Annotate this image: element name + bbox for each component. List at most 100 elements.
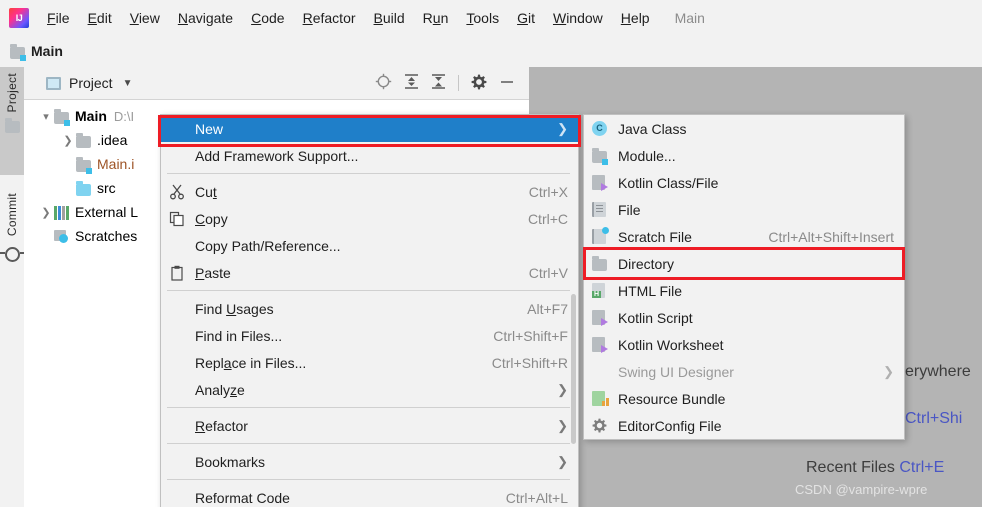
chevron-right-icon: ❯ xyxy=(557,417,568,433)
file-icon xyxy=(592,201,612,218)
menubar-item-edit[interactable]: Edit xyxy=(79,8,121,28)
context-menu-item-label: Cut xyxy=(195,183,217,200)
sidebar-item-commit-label: Commit xyxy=(5,193,19,237)
collapse-all-icon[interactable] xyxy=(431,73,446,93)
tree-item-path: D:\I xyxy=(113,108,135,124)
menu-separator xyxy=(167,290,572,291)
new-submenu-item-directory[interactable]: Directory xyxy=(584,250,904,277)
menu-icon-placeholder xyxy=(169,328,189,344)
chevron-down-icon[interactable]: ▾ xyxy=(38,110,54,123)
context-menu-item-add-framework-support[interactable]: Add Framework Support... xyxy=(161,142,578,169)
scratch-file-icon xyxy=(592,226,612,245)
menubar-item-view[interactable]: View xyxy=(121,8,169,28)
folder-blue-icon xyxy=(76,181,91,196)
new-submenu-item-java-class[interactable]: Java Class xyxy=(584,115,904,142)
menu-separator xyxy=(167,479,572,480)
menubar-project-label: Main xyxy=(674,9,705,26)
context-menu-item-label: Replace in Files... xyxy=(195,354,307,371)
kotlin-file-icon xyxy=(592,174,612,191)
commit-icon xyxy=(0,247,25,263)
chevron-right-icon: ❯ xyxy=(883,363,894,379)
context-menu-item-reformat-code[interactable]: Reformat Code Ctrl+Alt+L xyxy=(161,484,578,507)
menu-separator xyxy=(167,173,572,174)
new-submenu-item-kotlin-worksheet[interactable]: Kotlin Worksheet xyxy=(584,331,904,358)
project-view-icon xyxy=(46,76,61,90)
hint-recent-files-label: Recent Files xyxy=(806,459,895,476)
context-menu-item-refactor[interactable]: Refactor ❯ xyxy=(161,412,578,439)
hint-recent-files-shortcut: Ctrl+E xyxy=(899,459,945,476)
toolbar-separator xyxy=(458,75,459,91)
context-menu-item-cut[interactable]: Cut Ctrl+X xyxy=(161,178,578,205)
new-submenu-item-file[interactable]: File xyxy=(584,196,904,223)
gear-icon xyxy=(592,418,612,434)
new-submenu-item-resource-bundle[interactable]: Resource Bundle xyxy=(584,385,904,412)
hide-panel-icon[interactable] xyxy=(499,74,515,93)
menubar-item-navigate[interactable]: Navigate xyxy=(169,8,242,28)
project-tool-window-toolbar xyxy=(375,73,529,93)
tree-item-label: External L xyxy=(75,204,139,220)
hint-search-everywhere-shortcut: Ctrl+Shi xyxy=(905,410,963,427)
menubar-item-label: Navigate xyxy=(177,9,234,26)
new-submenu-item-kotlin-script[interactable]: Kotlin Script xyxy=(584,304,904,331)
context-menu-item-shortcut: Ctrl+Shift+R xyxy=(491,354,568,371)
kotlin-file-icon xyxy=(592,336,612,353)
chevron-right-icon[interactable]: ❯ xyxy=(38,206,54,219)
context-menu-item-find-usages[interactable]: Find Usages Alt+F7 xyxy=(161,295,578,322)
context-menu-item-copy[interactable]: Copy Ctrl+C xyxy=(161,205,578,232)
expand-all-icon[interactable] xyxy=(404,73,419,93)
context-menu-item-copy-path-reference[interactable]: Copy Path/Reference... xyxy=(161,232,578,259)
menubar-item-label: Window xyxy=(552,9,603,26)
copy-icon xyxy=(169,211,189,227)
new-submenu-item-html-file[interactable]: HTML File xyxy=(584,277,904,304)
menubar-item-help[interactable]: Help xyxy=(612,8,659,28)
menu-icon-placeholder xyxy=(169,355,189,371)
new-submenu-item-editorconfig-file[interactable]: EditorConfig File xyxy=(584,412,904,439)
context-menu-item-paste[interactable]: Paste Ctrl+V xyxy=(161,259,578,286)
menubar-item-code[interactable]: Code xyxy=(242,8,293,28)
context-menu-item-label: Find in Files... xyxy=(195,327,283,344)
context-menu-item-replace-in-files[interactable]: Replace in Files... Ctrl+Shift+R xyxy=(161,349,578,376)
new-submenu-item-module[interactable]: Module... xyxy=(584,142,904,169)
module-folder-icon xyxy=(592,147,612,165)
tree-arrow-placeholder xyxy=(38,230,54,242)
menubar-item-tools[interactable]: Tools xyxy=(457,8,508,28)
select-opened-file-icon[interactable] xyxy=(375,73,392,93)
menubar-item-refactor[interactable]: Refactor xyxy=(294,8,365,28)
context-menu-item-analyze[interactable]: Analyze ❯ xyxy=(161,376,578,403)
html-file-icon xyxy=(592,282,612,299)
context-menu-item-label: Copy xyxy=(195,210,228,227)
new-submenu-item-label: Kotlin Worksheet xyxy=(618,336,724,353)
sidebar-item-project[interactable]: Project xyxy=(0,67,24,175)
menubar-item-build[interactable]: Build xyxy=(365,8,414,28)
context-menu-item-label: Add Framework Support... xyxy=(195,147,359,164)
context-menu-item-shortcut: Ctrl+Alt+L xyxy=(505,489,568,506)
new-submenu-item-label: Resource Bundle xyxy=(618,390,726,407)
context-menu-item-label: Find Usages xyxy=(195,300,274,317)
menu-icon-placeholder xyxy=(169,454,189,470)
new-submenu-item-kotlin-class-file[interactable]: Kotlin Class/File xyxy=(584,169,904,196)
new-submenu[interactable]: Java Class Module... Kotlin Class/File File… xyxy=(583,114,905,440)
new-submenu-item-label: EditorConfig File xyxy=(618,417,722,434)
new-submenu-item-scratch-file[interactable]: Scratch File Ctrl+Alt+Shift+Insert xyxy=(584,223,904,250)
context-menu-item-bookmarks[interactable]: Bookmarks ❯ xyxy=(161,448,578,475)
new-submenu-item-label: Swing UI Designer xyxy=(618,363,734,380)
hint-search-everywhere: erywhere xyxy=(905,363,971,380)
menubar-item-run[interactable]: Run xyxy=(414,8,458,28)
module-folder-icon xyxy=(54,109,70,126)
breadcrumb: Main xyxy=(0,35,982,67)
menu-icon-placeholder xyxy=(169,301,189,317)
settings-gear-icon[interactable] xyxy=(471,74,487,93)
chevron-down-icon[interactable]: ▼ xyxy=(123,78,133,89)
menubar-item-window[interactable]: Window xyxy=(544,8,612,28)
context-menu-item-new[interactable]: New ❯ xyxy=(161,115,578,142)
chevron-right-icon: ❯ xyxy=(557,381,568,397)
context-menu-item-find-in-files[interactable]: Find in Files... Ctrl+Shift+F xyxy=(161,322,578,349)
hint-recent-files: Recent Files Ctrl+E xyxy=(806,459,944,477)
chevron-right-icon[interactable]: ❯ xyxy=(60,134,76,147)
sidebar-item-commit[interactable]: Commit xyxy=(0,187,25,297)
new-submenu-item-label: File xyxy=(618,201,641,218)
menubar-item-file[interactable]: File xyxy=(38,8,79,28)
menu-separator xyxy=(167,443,572,444)
context-menu[interactable]: New ❯ Add Framework Support... Cut Ctrl+X Co… xyxy=(160,114,579,507)
menubar-item-git[interactable]: Git xyxy=(508,8,544,28)
